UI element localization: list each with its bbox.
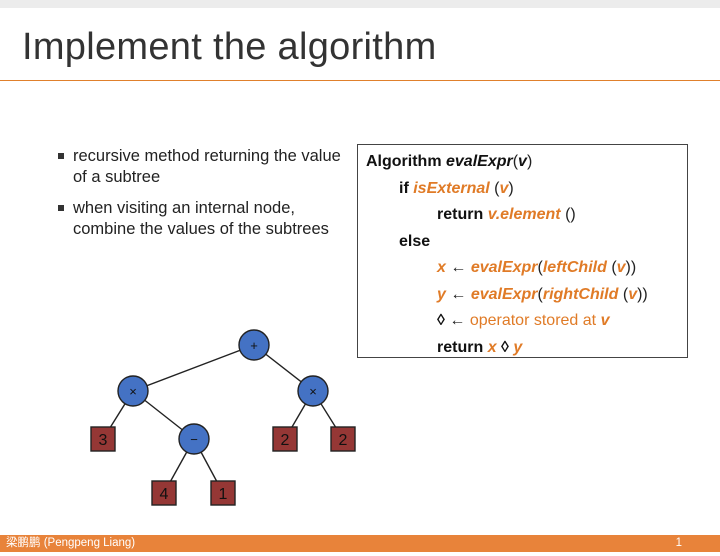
tree-leaf-2a: 2 (272, 426, 298, 452)
tree-edge (163, 438, 195, 494)
node-label: × (309, 384, 317, 399)
paren: ) (526, 153, 533, 170)
algo-arg: v (600, 312, 610, 329)
algo-line-2: if isExternal (v) (366, 176, 679, 203)
node-label: − (190, 432, 198, 447)
algo-line-3: return v.element () (366, 202, 679, 229)
tree-node-left-times: × (117, 375, 149, 407)
algo-name: evalExpr (446, 153, 513, 170)
assign-arrow: ← (449, 312, 466, 329)
algo-arg: v (518, 153, 527, 170)
algorithm-box: Algorithm evalExpr(v) if isExternal (v) … (357, 144, 688, 358)
keyword-algorithm: Algorithm (366, 153, 442, 170)
node-label: × (129, 384, 137, 399)
assign-arrow: ← (450, 259, 467, 276)
tree-edge (132, 390, 195, 440)
algo-line-7: ◊ ← operator stored at v (366, 308, 679, 335)
tree-leaf-3: 3 (90, 426, 116, 452)
keyword-else: else (399, 232, 431, 250)
assign-arrow: ← (450, 285, 467, 303)
tree-edge (253, 344, 314, 392)
node-label: + (250, 338, 258, 353)
fn-eval-expr: evalExpr (470, 285, 538, 303)
fn-right-child: rightChild (542, 285, 619, 303)
tree-node-root: + (238, 329, 270, 361)
paren: )) (625, 259, 637, 276)
algo-line-6: y ← evalExpr(rightChild (v)) (366, 282, 679, 309)
var-x: x (487, 338, 497, 356)
bullet-text: recursive method returning the value of … (73, 147, 341, 186)
tree-node-minus: − (178, 423, 210, 455)
bullet-item: when visiting an internal node, combine … (58, 198, 348, 240)
leaf-label: 2 (339, 432, 348, 449)
algo-line-1: Algorithm evalExpr(v) (366, 149, 679, 176)
bullet-item: recursive method returning the value of … (58, 146, 348, 188)
algo-arg: v (628, 285, 638, 303)
fn-left-child: leftChild (542, 259, 607, 276)
tree-leaf-1: 1 (210, 480, 236, 506)
paren: () (565, 206, 576, 223)
diamond-operator-icon: ◊ (501, 338, 509, 356)
paren: )) (637, 285, 648, 303)
internal-node-circle (297, 375, 329, 407)
operator-text: operator stored at (469, 312, 597, 329)
external-node-box (330, 426, 356, 452)
bullet-text: when visiting an internal node, combine … (73, 199, 329, 238)
var-y: y (437, 285, 446, 303)
footer-author: 梁鹏鹏 (Pengpeng Liang) (6, 537, 136, 549)
external-node-box (210, 480, 236, 506)
tree-edge (312, 390, 344, 440)
keyword-return: return (437, 338, 484, 356)
internal-node-circle (117, 375, 149, 407)
algo-line-5: x ← evalExpr(leftChild (v)) (366, 255, 679, 282)
title-divider (0, 80, 720, 81)
internal-node-circle (178, 423, 210, 455)
diamond-operator-icon: ◊ (437, 312, 445, 329)
fn-is-external: isExternal (413, 179, 490, 197)
var-x: x (437, 259, 446, 276)
bullet-square-icon (58, 153, 64, 159)
bullet-square-icon (58, 205, 64, 211)
tree-edge (102, 390, 134, 440)
leaf-label: 4 (160, 486, 169, 503)
external-node-box (151, 480, 177, 506)
algo-line-4: else (366, 229, 679, 256)
top-bar (0, 0, 720, 8)
tree-edge (284, 390, 314, 440)
bullet-list: recursive method returning the value of … (58, 146, 348, 250)
leaf-label: 2 (281, 432, 290, 449)
leaf-label: 1 (219, 486, 228, 503)
paren: ) (508, 179, 514, 197)
algo-arg: v (616, 259, 626, 276)
page-number: 1 (675, 537, 682, 549)
slide-title: Implement the algorithm (22, 26, 437, 68)
external-node-box (272, 426, 298, 452)
var-y: y (513, 338, 523, 356)
keyword-if: if (399, 179, 409, 197)
tree-leaf-4: 4 (151, 480, 177, 506)
tree-node-right-times: × (297, 375, 329, 407)
footer-bar: 梁鹏鹏 (Pengpeng Liang) 1 (0, 535, 720, 552)
external-node-box (90, 426, 116, 452)
fn-eval-expr: evalExpr (470, 259, 538, 276)
tree-edge (193, 438, 224, 494)
algo-line-8: return x ◊ y (366, 335, 679, 362)
leaf-label: 3 (99, 432, 108, 449)
internal-node-circle (238, 329, 270, 361)
tree-leaf-2b: 2 (330, 426, 356, 452)
keyword-return: return (437, 206, 484, 223)
tree-edge (132, 344, 255, 392)
element-expr: v.element (487, 206, 561, 223)
